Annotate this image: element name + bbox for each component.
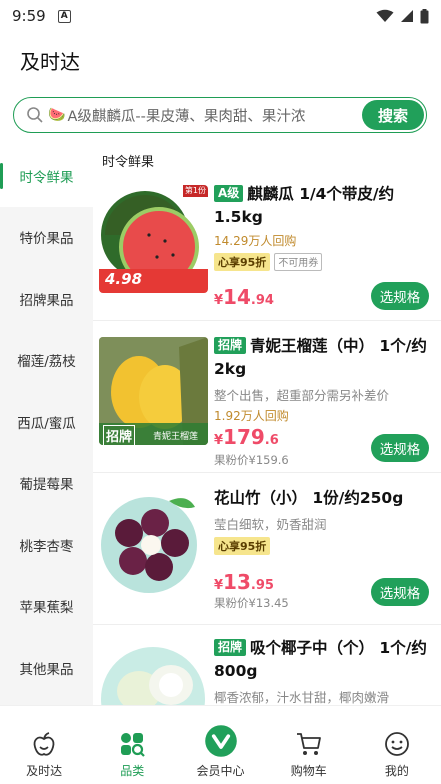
sidebar-item-special[interactable]: 特价果品 [0,207,93,269]
product-card[interactable]: 4.98 第1份 A级 麒麟瓜 1/4个带皮/约1.5kg 14.29万人回购 心… [93,169,441,321]
sidebar-item-apple-banana[interactable]: 苹果蕉梨 [0,576,93,638]
price-decimal: .94 [250,293,274,308]
member-price: 果粉价¥159.6 [214,453,289,467]
product-name: 花山竹（小） 1份/约250g [214,489,404,507]
nav-label: 购物车 [290,764,327,778]
product-card[interactable]: 招牌 青妮王榴莲 招牌 青妮王榴莲（中） 1个/约2kg 整个出售，超重部分需另补… [93,321,441,473]
vip-discount-badge: 心享95折 [214,253,271,271]
sidebar-item-grape-berry[interactable]: 葡提莓果 [0,453,93,515]
sidebar-item-seasonal[interactable]: 时令鲜果 [0,145,93,207]
search-bar[interactable]: 🍉 A级麒麟瓜--果皮薄、果肉甜、果汁浓 搜索 [13,97,427,133]
price-symbol: ¥ [214,578,224,593]
vip-icon [204,725,237,757]
nav-label: 我的 [384,764,409,778]
select-spec-button[interactable]: 选规格 [371,282,429,310]
notification-a-icon: A [57,9,71,23]
product-price: ¥13.95 [214,570,274,594]
search-input[interactable]: A级麒麟瓜--果皮薄、果肉甜、果汁浓 [67,105,362,126]
product-image: 招牌 青妮王榴莲 [99,337,208,445]
product-image [99,639,208,705]
status-bar: 9:59 A [0,0,441,32]
no-coupon-badge: 不可用券 [274,253,323,271]
nav-cart[interactable]: 购物车 [265,706,353,784]
watermelon-icon: 🍉 [48,107,66,123]
category-sidebar: 时令鲜果 特价果品 招牌果品 榴莲/荔枝 西瓜/蜜瓜 葡提莓果 桃李杏枣 苹果蕉… [0,145,93,705]
price-decimal: .6 [264,433,279,448]
product-price: ¥179.6 [214,425,279,449]
battery-icon [420,8,429,23]
status-time: 9:59 [12,7,46,25]
product-image [99,489,208,597]
price-integer: 14 [223,285,251,309]
product-price: ¥14.94 [214,285,274,309]
signature-tag: 招牌 [214,337,247,354]
bottom-nav: 及时达 品类 会员中心 购物车 我的 [0,705,441,784]
product-description: 整个出售，超重部分需另补差价 [214,388,390,403]
repurchase-count: 1.92万人回购 [214,409,289,423]
apple-icon [33,732,55,756]
signature-tag: 招牌 [214,639,247,656]
section-title: 时令鲜果 [102,155,155,170]
price-symbol: ¥ [214,433,224,448]
grade-tag: A级 [214,185,244,202]
sidebar-item-other[interactable]: 其他果品 [0,637,93,699]
sidebar-item-melon[interactable]: 西瓜/蜜瓜 [0,391,93,453]
signal-icon [401,10,413,22]
repurchase-count: 14.29万人回购 [214,234,297,248]
product-image: 4.98 第1份 [99,185,208,293]
product-card[interactable]: 招牌 吸个椰子中（个） 1个/约800g 椰香浓郁，汁水甘甜，椰肉嫩滑 [93,623,441,705]
sidebar-item-durian-lychee[interactable]: 榴莲/荔枝 [0,330,93,392]
status-icons [376,8,429,24]
product-description: 莹白细软，奶香甜润 [214,517,327,532]
vip-discount-badge: 心享95折 [214,537,271,555]
product-list: 时令鲜果 4.98 第1份 A级 麒麟瓜 1/4个带皮/约1.5kg 14.29万… [93,145,441,705]
select-spec-button[interactable]: 选规格 [371,578,429,606]
profile-icon [385,732,409,756]
wifi-icon [376,9,394,22]
price-decimal: .95 [250,578,274,593]
image-subtitle: 青妮王榴莲 [153,432,199,442]
product-card[interactable]: 花山竹（小） 1份/约250g 莹白细软，奶香甜润 心享95折 ¥13.95 果… [93,473,441,625]
search-button[interactable]: 搜索 [362,100,424,130]
nav-label: 及时达 [26,764,63,778]
price-integer: 13 [223,570,251,594]
page-title: 及时达 [20,50,80,74]
select-spec-button[interactable]: 选规格 [371,434,429,462]
nav-profile[interactable]: 我的 [353,706,441,784]
nav-category[interactable]: 品类 [88,706,176,784]
price-integer: 179 [223,425,265,449]
signature-image-label: 招牌 [103,425,136,445]
cart-icon [296,733,321,755]
price-symbol: ¥ [214,293,224,308]
corner-label: 第1份 [184,186,206,195]
sidebar-item-signature[interactable]: 招牌果品 [0,268,93,330]
nav-label: 会员中心 [196,764,245,778]
nav-vip[interactable]: 会员中心 [176,706,264,784]
product-description: 椰香浓郁，汁水甘甜，椰肉嫩滑 [214,690,390,705]
nav-home[interactable]: 及时达 [0,706,88,784]
nav-label: 品类 [120,764,145,778]
price-label: 4.98 [105,270,143,288]
sidebar-item-peach-plum[interactable]: 桃李杏枣 [0,514,93,576]
member-price: 果粉价¥13.45 [214,596,289,610]
search-icon [27,107,43,123]
category-icon [121,733,146,757]
